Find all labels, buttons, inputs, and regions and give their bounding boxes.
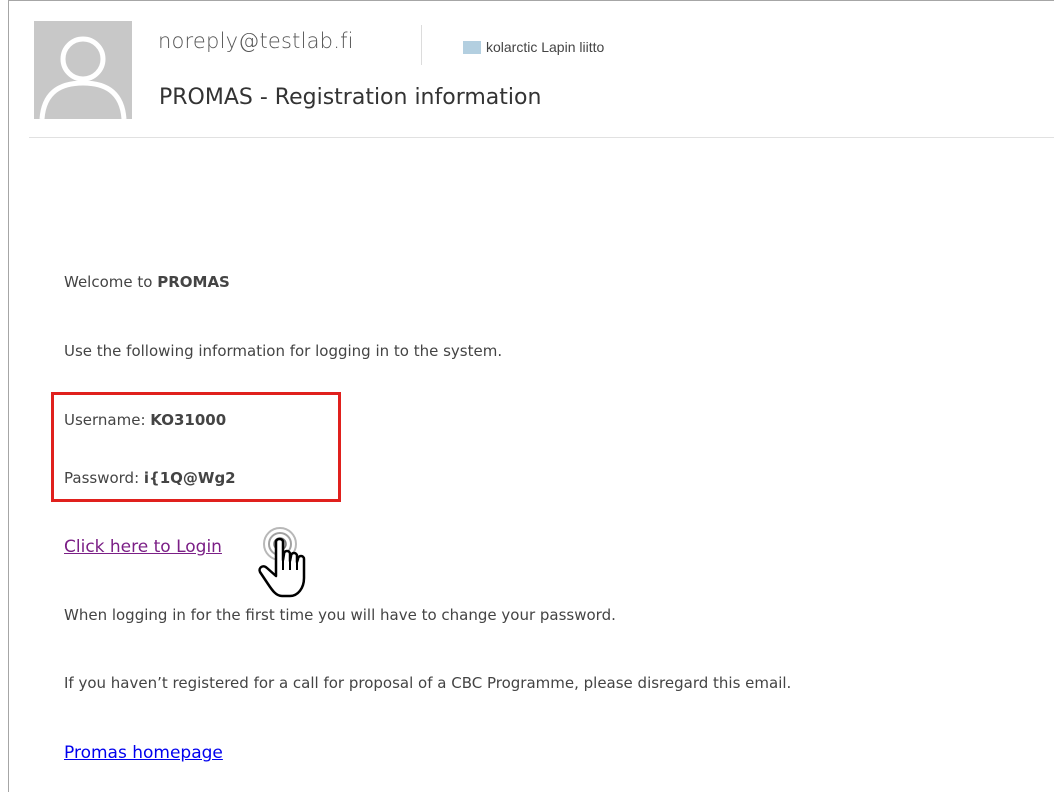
homepage-line: Promas homepage bbox=[64, 743, 223, 763]
disregard-note: If you haven’t registered for a call for… bbox=[64, 674, 792, 692]
email-reading-pane: noreply@testlab.fi kolarctic Lapin liitt… bbox=[8, 0, 1054, 792]
sender-address[interactable]: noreply@testlab.fi bbox=[158, 29, 354, 53]
header-divider-line bbox=[29, 137, 1054, 138]
person-silhouette-icon bbox=[34, 21, 132, 119]
homepage-link[interactable]: Promas homepage bbox=[64, 743, 223, 763]
category-color-swatch bbox=[463, 40, 481, 54]
hand-pointer-cursor-icon bbox=[256, 524, 326, 604]
login-link[interactable]: Click here to Login bbox=[64, 537, 222, 557]
category-label: kolarctic Lapin liitto bbox=[486, 39, 605, 55]
first-login-note: When logging in for the first time you w… bbox=[64, 606, 616, 624]
credentials-highlight-box bbox=[51, 392, 341, 502]
welcome-line: Welcome to PROMAS bbox=[64, 273, 230, 291]
login-line: Click here to Login bbox=[64, 537, 222, 557]
category-tag[interactable]: kolarctic Lapin liitto bbox=[463, 39, 604, 55]
instructions-line: Use the following information for loggin… bbox=[64, 342, 503, 360]
welcome-brand: PROMAS bbox=[157, 273, 230, 291]
sender-avatar bbox=[34, 21, 132, 119]
email-subject: PROMAS - Registration information bbox=[159, 85, 542, 110]
welcome-prefix: Welcome to bbox=[64, 273, 158, 291]
header-divider bbox=[421, 25, 422, 65]
